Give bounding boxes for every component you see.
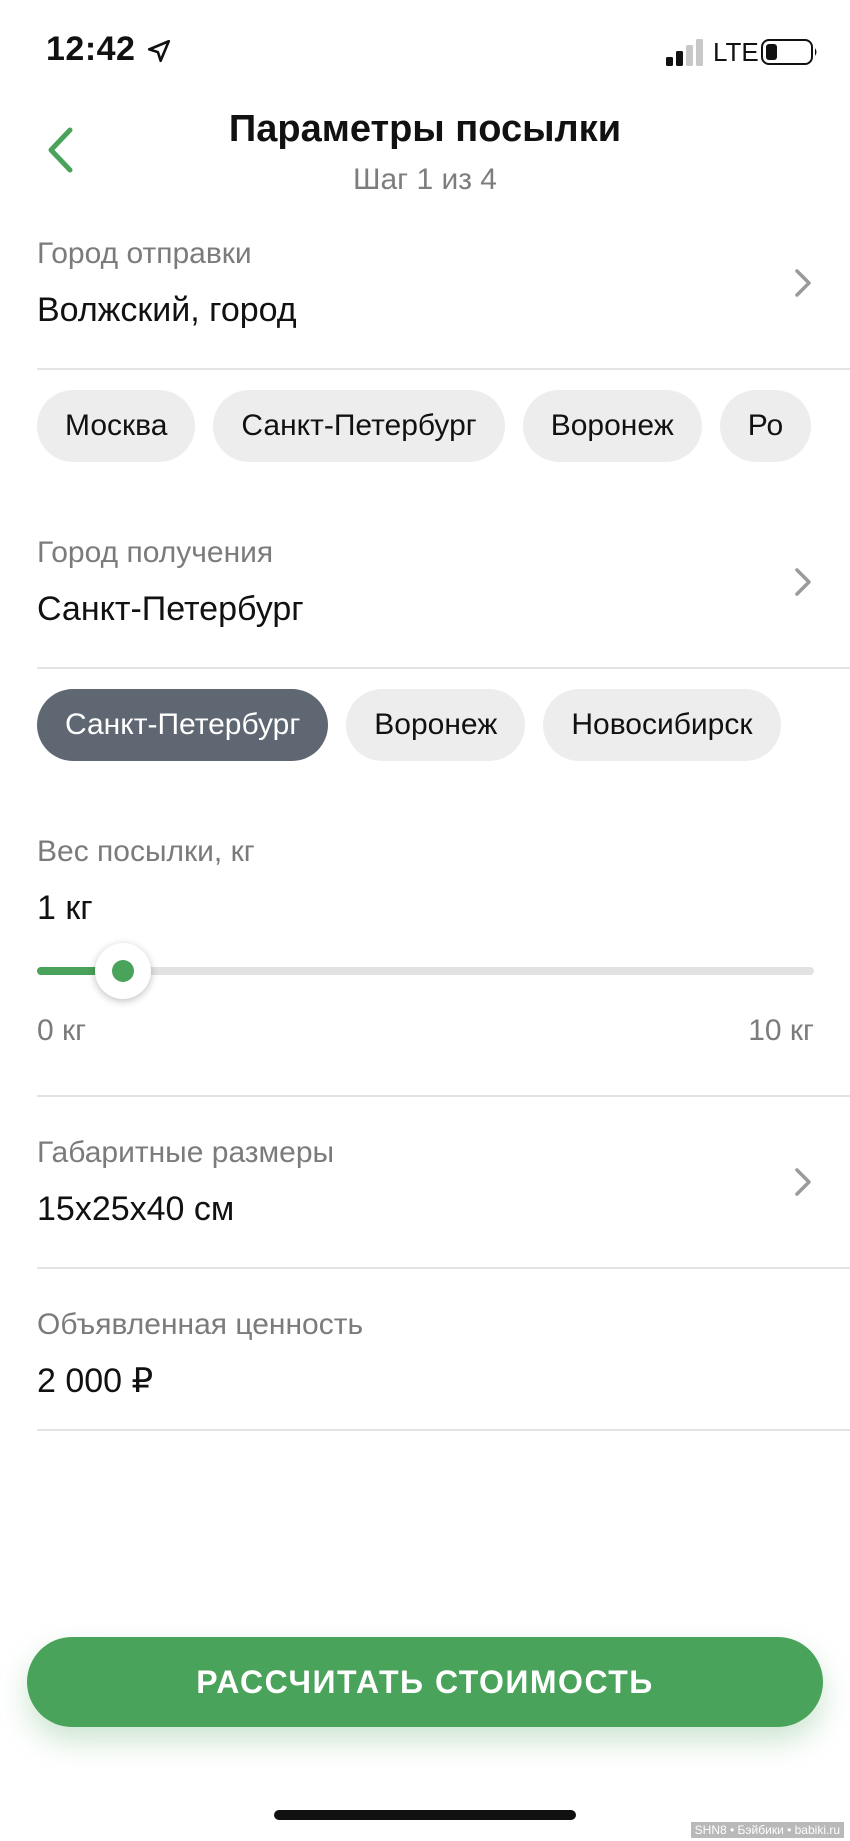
origin-chip-voronezh[interactable]: Воронеж	[522, 390, 702, 462]
slider-thumb[interactable]	[95, 943, 151, 999]
destination-chip-novosibirsk[interactable]: Новосибирск	[543, 689, 781, 761]
origin-chip-saint-petersburg[interactable]: Санкт-Петербург	[213, 390, 505, 462]
dimensions-label: Габаритные размеры	[37, 1136, 335, 1169]
divider	[37, 1095, 850, 1097]
destination-city-value: Санкт-Петербург	[37, 590, 304, 628]
declared-value-amount[interactable]: 2 000 ₽	[37, 1361, 814, 1401]
status-time: 12:42	[46, 30, 136, 68]
cellular-signal-icon	[666, 39, 703, 66]
weight-field: Вес посылки, кг 1 кг	[37, 834, 814, 930]
declared-value-label: Объявленная ценность	[37, 1308, 364, 1341]
home-indicator	[274, 1810, 576, 1820]
weight-value: 1 кг	[37, 889, 93, 927]
weight-min-label: 0 кг	[37, 1014, 87, 1047]
calculate-cost-button[interactable]: РАССЧИТАТЬ СТОИМОСТЬ	[27, 1637, 823, 1727]
weight-slider[interactable]	[37, 940, 814, 1000]
origin-chip-moscow[interactable]: Москва	[37, 390, 196, 462]
origin-city-field[interactable]: Город отправки Волжский, город	[37, 236, 814, 332]
battery-icon	[761, 39, 817, 65]
chevron-right-icon	[795, 1168, 811, 1196]
chevron-right-icon	[795, 568, 811, 596]
step-indicator: Шаг 1 из 4	[352, 163, 497, 196]
divider	[37, 1267, 850, 1269]
destination-chip-voronezh[interactable]: Воронеж	[346, 689, 526, 761]
destination-chip-saint-petersburg[interactable]: Санкт-Петербург	[37, 689, 329, 761]
slider-track	[37, 967, 814, 975]
location-arrow-icon	[147, 39, 171, 63]
destination-city-label: Город получения	[37, 536, 274, 569]
origin-city-chips[interactable]: Москва Санкт-Петербург Воронеж Ро	[37, 390, 814, 462]
watermark: SHN8 • Бэйбики • babiki.ru	[690, 1822, 844, 1838]
origin-chip-partial[interactable]: Ро	[719, 390, 812, 462]
status-bar: 12:42 LTE	[0, 0, 850, 100]
destination-city-chips[interactable]: Санкт-Петербург Воронеж Новосибирск	[37, 689, 814, 761]
page-title: Параметры посылки	[228, 108, 622, 150]
origin-city-label: Город отправки	[37, 237, 252, 270]
dimensions-value: 15x25x40 см	[37, 1190, 235, 1228]
divider	[37, 368, 850, 370]
divider	[37, 667, 850, 669]
destination-city-field[interactable]: Город получения Санкт-Петербург	[37, 535, 814, 631]
declared-value-field[interactable]: Объявленная ценность 2 000 ₽	[37, 1307, 814, 1403]
weight-label: Вес посылки, кг	[37, 835, 255, 868]
chevron-right-icon	[795, 269, 811, 297]
dimensions-field[interactable]: Габаритные размеры 15x25x40 см	[37, 1135, 814, 1231]
slider-thumb-dot	[112, 960, 134, 982]
origin-city-value: Волжский, город	[37, 291, 297, 329]
network-type-label: LTE	[713, 37, 759, 67]
weight-max-label: 10 кг	[748, 1014, 814, 1047]
divider	[37, 1429, 850, 1431]
